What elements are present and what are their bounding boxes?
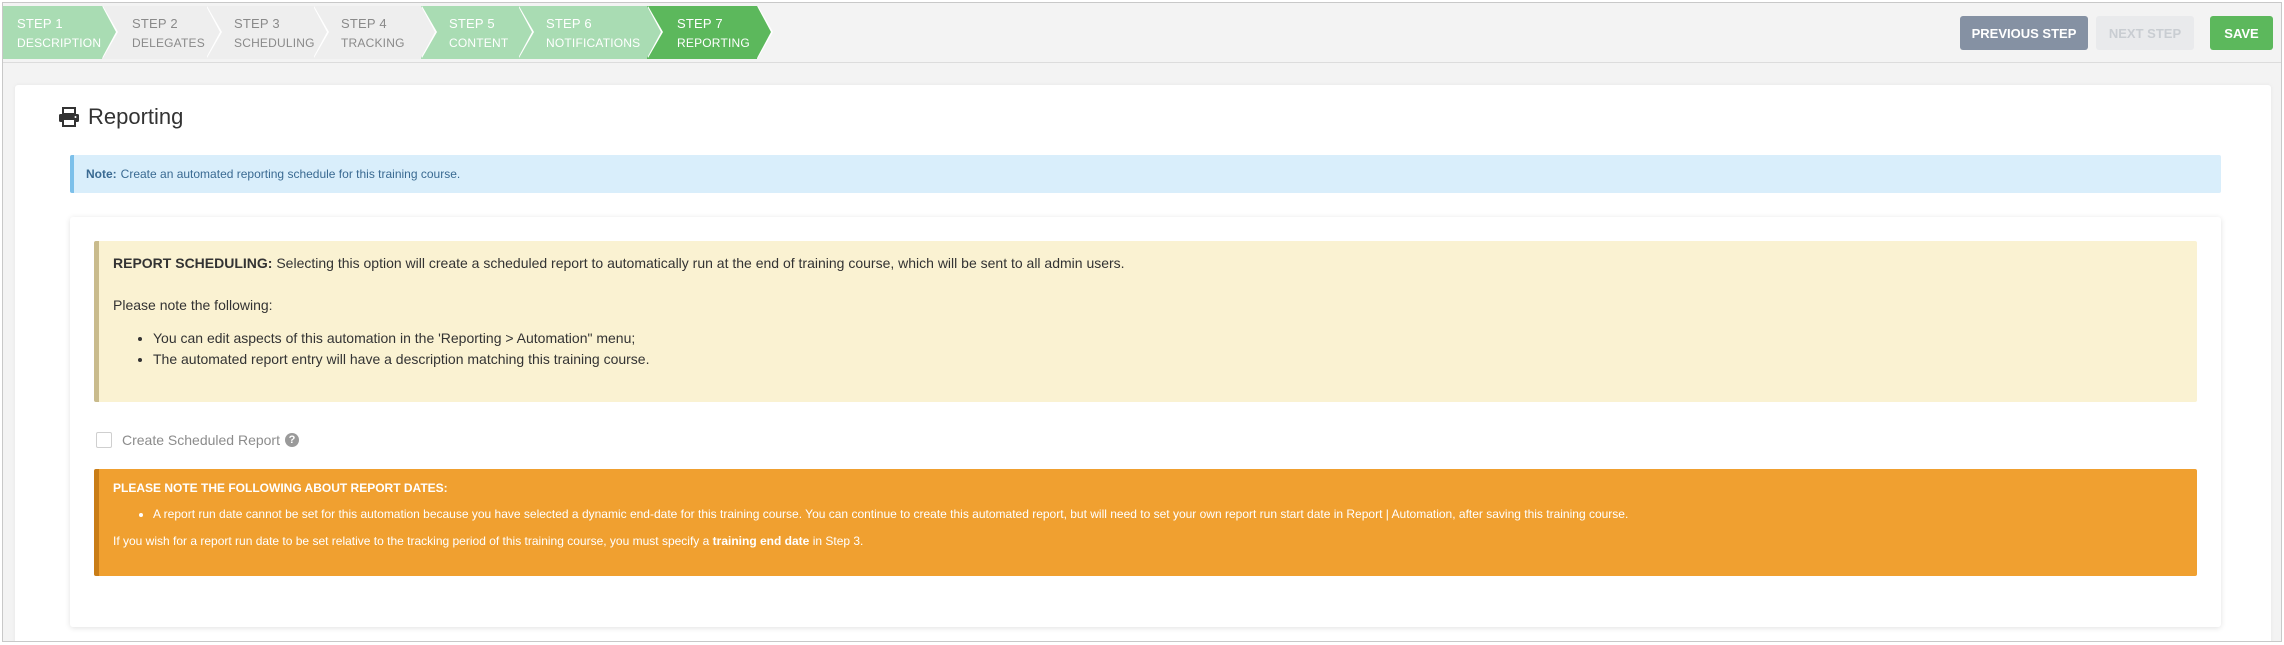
step-4[interactable]: STEP 4 TRACKING	[313, 6, 437, 59]
page-title-text: Reporting	[88, 104, 184, 129]
footer-text-bold: training end date	[712, 534, 810, 548]
step-7[interactable]: STEP 7 REPORTING	[647, 6, 773, 59]
step-number: STEP 4	[341, 15, 387, 31]
create-scheduled-report-row: Create Scheduled Report ?	[96, 432, 299, 448]
printer-icon	[59, 107, 79, 127]
step-number: STEP 1	[17, 15, 63, 31]
note-alert: Note: Create an automated reporting sche…	[70, 155, 2221, 193]
step-label: NOTIFICATIONS	[546, 35, 641, 50]
page-title: Reporting	[58, 104, 183, 130]
step-label: DESCRIPTION	[17, 35, 102, 50]
step-label: SCHEDULING	[234, 35, 315, 50]
step-label: DELEGATES	[132, 35, 205, 50]
scheduling-list: You can edit aspects of this automation …	[113, 328, 2183, 370]
step-number: STEP 3	[234, 15, 280, 31]
step-label: CONTENT	[449, 35, 509, 50]
list-item: A report run date cannot be set for this…	[153, 505, 2183, 523]
list-item: You can edit aspects of this automation …	[153, 328, 2183, 349]
scheduling-heading: REPORT SCHEDULING:	[113, 255, 273, 271]
dates-warning-list: A report run date cannot be set for this…	[113, 505, 2183, 523]
report-dates-warning: PLEASE NOTE THE FOLLOWING ABOUT REPORT D…	[94, 469, 2197, 576]
wizard-steps: STEP 1 DESCRIPTION STEP 2 DELEGATES STEP 3…	[3, 6, 773, 59]
step-3[interactable]: STEP 3 SCHEDULING	[206, 6, 329, 59]
step-number: STEP 2	[132, 15, 178, 31]
scheduling-follow: Please note the following:	[113, 297, 273, 313]
step-1[interactable]: STEP 1 DESCRIPTION	[3, 6, 118, 59]
previous-step-button[interactable]: PREVIOUS STEP	[1960, 16, 2088, 50]
list-item: The automated report entry will have a d…	[153, 349, 2183, 370]
save-button[interactable]: SAVE	[2210, 16, 2273, 50]
step-label: TRACKING	[341, 35, 405, 50]
footer-text-pre: If you wish for a report run date to be …	[113, 534, 710, 548]
dates-warning-footer: If you wish for a report run date to be …	[113, 532, 2183, 550]
question-icon[interactable]: ?	[285, 433, 299, 447]
wizard-bar: STEP 1 DESCRIPTION STEP 2 DELEGATES STEP 3…	[3, 3, 2281, 63]
step-number: STEP 7	[677, 15, 723, 31]
step-number: STEP 5	[449, 15, 495, 31]
next-step-button[interactable]: NEXT STEP	[2096, 16, 2194, 50]
note-label: Note:	[86, 167, 117, 181]
dates-warning-heading: PLEASE NOTE THE FOLLOWING ABOUT REPORT D…	[113, 481, 448, 495]
step-label: REPORTING	[677, 35, 750, 50]
create-scheduled-report-label[interactable]: Create Scheduled Report	[122, 432, 280, 448]
scheduling-text: Selecting this option will create a sche…	[276, 255, 1125, 271]
footer-text-post: in Step 3.	[812, 534, 864, 548]
step-number: STEP 6	[546, 15, 592, 31]
create-scheduled-report-checkbox[interactable]	[96, 432, 112, 448]
step-6[interactable]: STEP 6 NOTIFICATIONS	[518, 6, 663, 59]
report-scheduling-info: REPORT SCHEDULING: Selecting this option…	[94, 241, 2197, 402]
scheduling-intro: REPORT SCHEDULING: Selecting this option…	[113, 253, 2183, 273]
note-text: Create an automated reporting schedule f…	[120, 167, 461, 181]
